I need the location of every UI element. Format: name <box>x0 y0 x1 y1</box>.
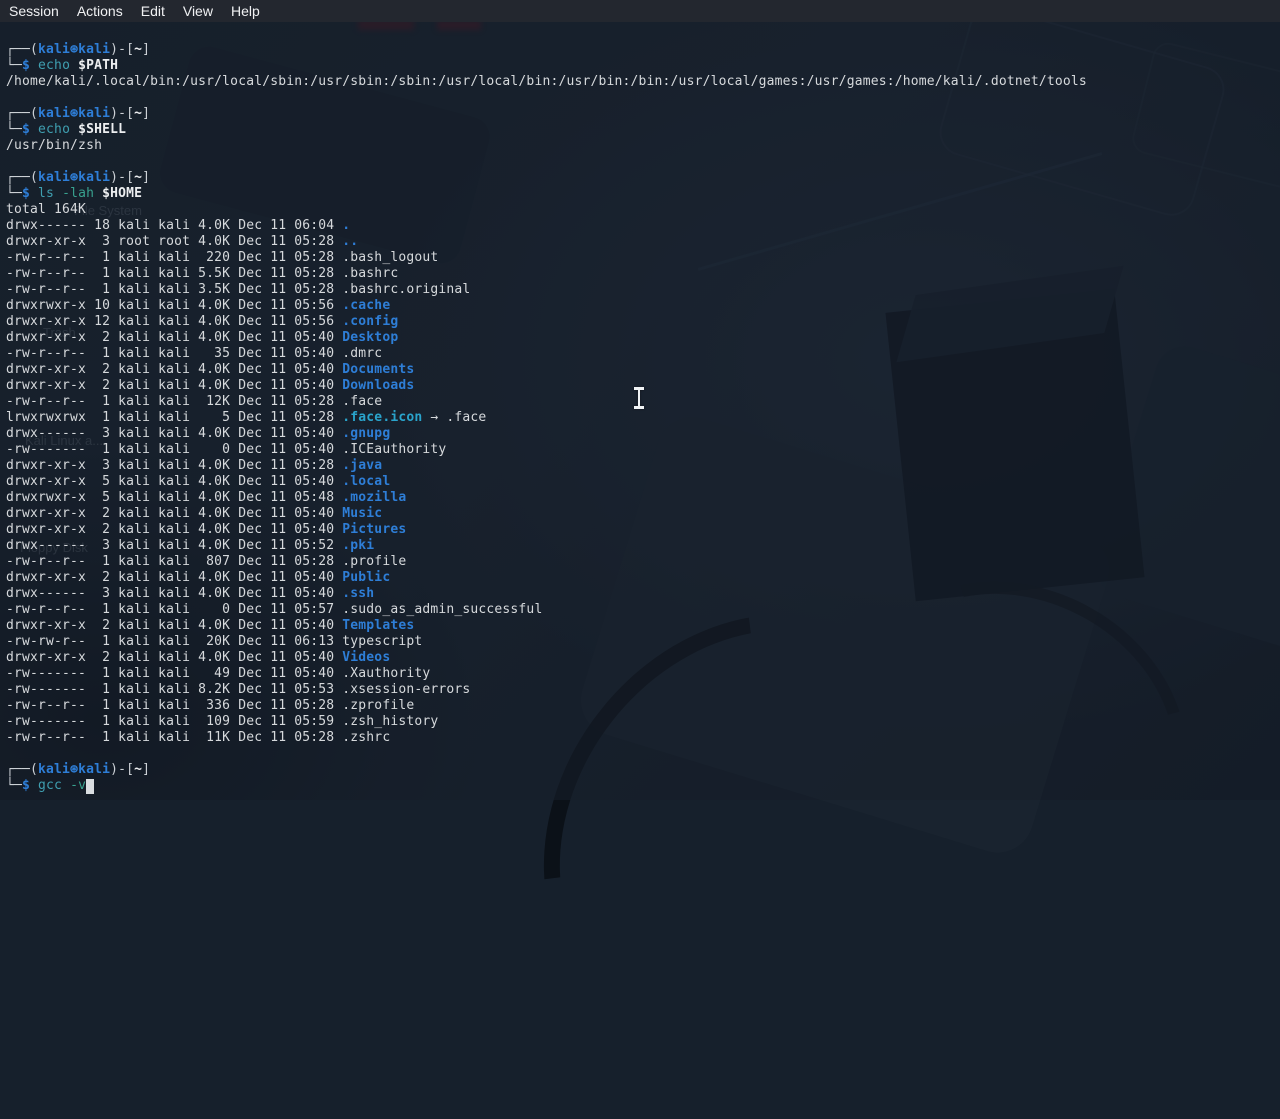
output-line: -rw-r--r-- 1 kali kali 35 Dec 11 05:40 .… <box>6 346 383 361</box>
output-line: drwx------ 3 kali kali 4.0K Dec 11 05:52… <box>6 538 375 553</box>
output-line: drwx------ 3 kali kali 4.0K Dec 11 05:40… <box>6 586 375 601</box>
terminal-output: ┌──(kali⊛kali)-[~] └─$ echo $PATH/home/ka… <box>6 42 1280 794</box>
output-line: -rw-r--r-- 1 kali kali 5.5K Dec 11 05:28… <box>6 266 399 281</box>
output-line: -rw-r--r-- 1 kali kali 0 Dec 11 05:57 .s… <box>6 602 543 617</box>
menu-item-edit[interactable]: Edit <box>132 0 174 22</box>
command-line: └─$ ls -lah $HOME <box>6 186 143 201</box>
prompt-line: ┌──(kali⊛kali)-[~] <box>6 106 151 121</box>
prompt-line: ┌──(kali⊛kali)-[~] <box>6 170 151 185</box>
output-line: -rw-r--r-- 1 kali kali 220 Dec 11 05:28 … <box>6 250 439 265</box>
output-line: drwxr-xr-x 2 kali kali 4.0K Dec 11 05:40… <box>6 362 415 377</box>
output-line: -rw-r--r-- 1 kali kali 11K Dec 11 05:28 … <box>6 730 391 745</box>
output-line: drwxr-xr-x 2 kali kali 4.0K Dec 11 05:40… <box>6 522 407 537</box>
output-line: -rw------- 1 kali kali 8.2K Dec 11 05:53… <box>6 682 471 697</box>
output-line: -rw-r--r-- 1 kali kali 3.5K Dec 11 05:28… <box>6 282 471 297</box>
output-line: drwx------ 3 kali kali 4.0K Dec 11 05:40… <box>6 426 391 441</box>
terminal-window[interactable]: ┌──(kali⊛kali)-[~] └─$ echo $PATH/home/ka… <box>0 22 1280 800</box>
menu-bar: Session Actions Edit View Help <box>0 0 1280 22</box>
output-line: drwxrwxr-x 5 kali kali 4.0K Dec 11 05:48… <box>6 490 407 505</box>
output-line: drwxr-xr-x 2 kali kali 4.0K Dec 11 05:40… <box>6 650 391 665</box>
output-line: drwxr-xr-x 12 kali kali 4.0K Dec 11 05:5… <box>6 314 399 329</box>
output-line: drwxr-xr-x 2 kali kali 4.0K Dec 11 05:40… <box>6 506 383 521</box>
menu-item-actions[interactable]: Actions <box>68 0 132 22</box>
terminal-text-cursor <box>86 779 95 794</box>
output-line: /usr/bin/zsh <box>6 138 103 153</box>
output-line: lrwxrwxrwx 1 kali kali 5 Dec 11 05:28 .f… <box>6 410 487 425</box>
command-line: └─$ gcc -v <box>6 778 1280 794</box>
output-line: -rw------- 1 kali kali 49 Dec 11 05:40 .… <box>6 666 431 681</box>
output-line: drwxrwxr-x 10 kali kali 4.0K Dec 11 05:5… <box>6 298 391 313</box>
output-line: -rw-r--r-- 1 kali kali 807 Dec 11 05:28 … <box>6 554 407 569</box>
menu-item-view[interactable]: View <box>174 0 222 22</box>
output-line: drwxr-xr-x 2 kali kali 4.0K Dec 11 05:40… <box>6 570 391 585</box>
output-line: -rw------- 1 kali kali 109 Dec 11 05:59 … <box>6 714 439 729</box>
output-line: drwxr-xr-x 3 kali kali 4.0K Dec 11 05:28… <box>6 458 383 473</box>
output-line: drwxr-xr-x 5 kali kali 4.0K Dec 11 05:40… <box>6 474 391 489</box>
output-line: /home/kali/.local/bin:/usr/local/sbin:/u… <box>6 74 1087 89</box>
prompt-line: ┌──(kali⊛kali)-[~] <box>6 42 151 57</box>
command-line: └─$ echo $SHELL <box>6 122 127 137</box>
output-line: drwxr-xr-x 2 kali kali 4.0K Dec 11 05:40… <box>6 330 399 345</box>
output-line: -rw-rw-r-- 1 kali kali 20K Dec 11 06:13 … <box>6 634 423 649</box>
output-line: total 164K <box>6 202 87 217</box>
menu-item-help[interactable]: Help <box>222 0 269 22</box>
output-line: -rw-r--r-- 1 kali kali 336 Dec 11 05:28 … <box>6 698 415 713</box>
output-line: -rw------- 1 kali kali 0 Dec 11 05:40 .I… <box>6 442 447 457</box>
output-line: drwx------ 18 kali kali 4.0K Dec 11 06:0… <box>6 218 351 233</box>
prompt-line: ┌──(kali⊛kali)-[~] <box>6 762 151 777</box>
output-line: drwxr-xr-x 3 root root 4.0K Dec 11 05:28… <box>6 234 359 249</box>
output-line: drwxr-xr-x 2 kali kali 4.0K Dec 11 05:40… <box>6 618 415 633</box>
text-select-cursor-icon <box>633 387 645 409</box>
command-line: └─$ echo $PATH <box>6 58 119 73</box>
menu-item-session[interactable]: Session <box>0 0 68 22</box>
